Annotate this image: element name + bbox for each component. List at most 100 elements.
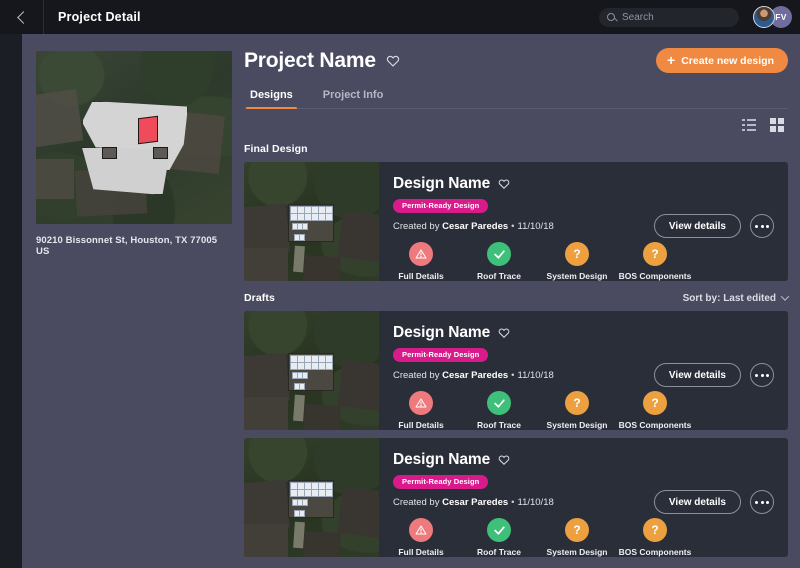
design-date: 11/10/18 [517, 370, 554, 381]
view-details-button[interactable]: View details [653, 363, 741, 387]
status-full-details[interactable]: Full Details [393, 391, 449, 430]
question-icon: ? [643, 242, 667, 266]
check-icon [487, 391, 511, 415]
check-icon [487, 242, 511, 266]
status-bos-components[interactable]: ? BOS Components [619, 242, 691, 281]
status-badge: Permit-Ready Design [393, 475, 489, 489]
heart-outline-icon[interactable] [498, 454, 510, 466]
question-icon: ? [643, 518, 667, 542]
roof-obstruction [153, 147, 168, 159]
status-label: Full Details [398, 420, 444, 430]
meta-separator: • [511, 221, 515, 232]
search-input[interactable] [622, 11, 731, 23]
status-label: System Design [546, 547, 608, 557]
design-card-body: Design Name Permit-Ready Design Created … [379, 438, 788, 557]
view-details-button[interactable]: View details [653, 214, 741, 238]
created-prefix: Created by [393, 497, 440, 508]
solar-panel-array [294, 383, 305, 390]
status-label: BOS Components [618, 547, 692, 557]
design-aerial-thumbnail[interactable] [244, 162, 379, 281]
status-label: Full Details [398, 547, 444, 557]
solar-panel-array [290, 482, 319, 497]
more-options-button[interactable] [750, 214, 774, 238]
create-new-design-label: Create new design [681, 54, 774, 67]
heart-outline-icon[interactable] [498, 178, 510, 190]
solar-panel-array [318, 482, 333, 497]
design-date: 11/10/18 [517, 497, 554, 508]
design-card-actions: View details [653, 363, 774, 387]
sort-by-dropdown[interactable]: Sort by: Last edited [683, 292, 790, 304]
heart-outline-icon[interactable] [498, 327, 510, 339]
roof-obstruction [102, 147, 117, 159]
status-system-design[interactable]: ? System Design [547, 242, 607, 281]
driveway [293, 394, 305, 422]
roof-trace-highlight-facet [138, 115, 158, 145]
design-card[interactable]: Design Name Permit-Ready Design Created … [244, 311, 788, 430]
solar-panel-array [318, 206, 333, 221]
tab-bar: Designs Project Info [244, 89, 788, 109]
question-icon: ? [565, 242, 589, 266]
design-date: 11/10/18 [517, 221, 554, 232]
status-roof-trace[interactable]: Roof Trace [471, 242, 527, 281]
status-label: Roof Trace [477, 271, 521, 281]
design-card[interactable]: Design Name Permit-Ready Design Created … [244, 162, 788, 281]
design-card[interactable]: Design Name Permit-Ready Design Created … [244, 438, 788, 557]
tab-project-info[interactable]: Project Info [319, 89, 388, 108]
meta-separator: • [511, 370, 515, 381]
design-author: Cesar Paredes [442, 221, 509, 232]
more-options-button[interactable] [750, 490, 774, 514]
status-system-design[interactable]: ? System Design [546, 518, 608, 557]
solar-panel-array [318, 355, 333, 370]
property-panel: 90210 Bissonnet St, Houston, TX 77005 US [36, 48, 232, 568]
main-column: Project Name + Create new design Designs… [244, 48, 790, 568]
status-full-details[interactable]: Full Details [393, 242, 449, 281]
status-label: Roof Trace [477, 420, 521, 430]
status-full-details[interactable]: Full Details [393, 518, 449, 557]
solar-panel-array [294, 234, 305, 241]
list-view-icon[interactable] [742, 118, 756, 132]
status-label: Full Details [398, 271, 444, 281]
status-bos-components[interactable]: ? BOS Components [619, 391, 691, 430]
solar-panel-array [290, 206, 319, 221]
design-author: Cesar Paredes [442, 497, 509, 508]
heart-outline-icon[interactable] [386, 54, 400, 68]
status-system-design[interactable]: ? System Design [546, 391, 608, 430]
section-title: Final Design [244, 143, 308, 155]
plus-icon: + [667, 52, 676, 68]
status-badge: Permit-Ready Design [393, 348, 489, 362]
question-icon: ? [643, 391, 667, 415]
project-name: Project Name [244, 48, 376, 72]
more-options-button[interactable] [750, 363, 774, 387]
solar-panel-array [290, 355, 319, 370]
status-roof-trace[interactable]: Roof Trace [471, 391, 527, 430]
status-indicator-row: Full Details Roof Trace ? System Design … [393, 242, 774, 281]
status-roof-trace[interactable]: Roof Trace [471, 518, 527, 557]
design-card-body: Design Name Permit-Ready Design Created … [379, 162, 788, 281]
design-aerial-thumbnail[interactable] [244, 438, 379, 557]
design-name: Design Name [393, 324, 491, 341]
property-aerial-thumbnail[interactable] [36, 51, 232, 224]
status-label: System Design [546, 420, 608, 430]
solar-panel-array [292, 499, 308, 506]
back-button[interactable] [0, 0, 44, 34]
property-address: 90210 Bissonnet St, Houston, TX 77005 US [36, 235, 218, 257]
tab-designs[interactable]: Designs [246, 89, 297, 109]
status-indicator-row: Full Details Roof Trace ? System Design … [393, 518, 774, 557]
neighbor-roof [36, 88, 84, 150]
project-header: Project Name + Create new design [244, 48, 788, 73]
section-title: Drafts [244, 292, 275, 304]
created-prefix: Created by [393, 370, 440, 381]
design-aerial-thumbnail[interactable] [244, 311, 379, 430]
create-new-design-button[interactable]: + Create new design [656, 48, 788, 73]
question-icon: ? [565, 518, 589, 542]
status-label: Roof Trace [477, 547, 521, 557]
status-bos-components[interactable]: ? BOS Components [619, 518, 691, 557]
search-box[interactable] [599, 7, 739, 27]
grid-view-icon[interactable] [770, 118, 784, 132]
view-details-button[interactable]: View details [653, 490, 741, 514]
top-bar-right: FV [599, 6, 800, 28]
section-header-final-design: Final Design [244, 143, 788, 155]
avatar-photo[interactable] [753, 6, 775, 28]
driveway [293, 521, 305, 549]
status-indicator-row: Full Details Roof Trace ? System Design … [393, 391, 774, 430]
